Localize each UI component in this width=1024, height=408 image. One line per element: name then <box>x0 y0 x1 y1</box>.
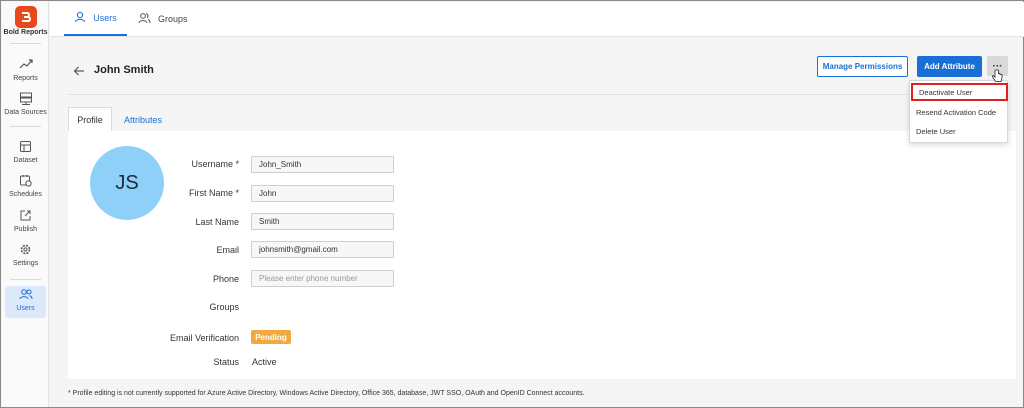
manage-permissions-button[interactable]: Manage Permissions <box>817 56 908 77</box>
sidebar-item-label: Publish <box>14 226 37 233</box>
username-field[interactable] <box>251 156 394 173</box>
tab-profile[interactable]: Profile <box>68 107 112 132</box>
avatar: JS <box>90 146 164 220</box>
first-name-label: First Name * <box>188 188 239 198</box>
last-name-label: Last Name <box>195 217 239 227</box>
groups-label: Groups <box>209 302 239 312</box>
group-icon <box>138 12 151 26</box>
sidebar-item-label: Schedules <box>9 191 42 198</box>
sidebar: Bold Reports Reports Data Sources Datase… <box>2 2 49 407</box>
tab-groups[interactable]: Groups <box>138 2 188 36</box>
sidebar-item-label: Settings <box>12 260 39 267</box>
brand-name: Bold Reports <box>3 29 48 36</box>
menu-item-deactivate-user[interactable]: Deactivate User <box>911 83 1008 101</box>
tab-label: Users <box>93 13 117 23</box>
calendar-clock-icon <box>2 172 49 188</box>
sidebar-item-users[interactable]: Users <box>5 286 46 318</box>
top-tab-bar: Users Groups <box>50 2 1024 37</box>
brand[interactable]: Bold Reports <box>2 6 49 36</box>
sidebar-item-publish[interactable]: Publish <box>2 207 49 239</box>
table-icon <box>2 138 49 154</box>
tab-label: Groups <box>158 14 188 24</box>
first-name-field[interactable] <box>251 185 394 202</box>
sidebar-item-label: Reports <box>13 75 38 82</box>
phone-field[interactable] <box>251 270 394 287</box>
tab-users[interactable]: Users <box>64 2 127 36</box>
server-icon <box>2 90 49 106</box>
email-field[interactable] <box>251 241 394 258</box>
hand-cursor-icon <box>991 69 1003 83</box>
sidebar-item-label: Dataset <box>13 157 38 164</box>
sidebar-item-label: Users <box>16 305 35 312</box>
menu-item-resend-activation-code[interactable]: Resend Activation Code <box>910 103 1009 121</box>
username-label: Username * <box>191 159 239 169</box>
email-label: Email <box>216 245 239 255</box>
sidebar-item-schedules[interactable]: Schedules <box>2 172 49 204</box>
tab-attributes[interactable]: Attributes <box>117 107 169 132</box>
users-icon <box>5 286 46 302</box>
sidebar-item-settings[interactable]: Settings <box>2 241 49 273</box>
trending-up-icon <box>2 56 49 72</box>
sidebar-divider <box>10 279 41 280</box>
menu-item-delete-user[interactable]: Delete User <box>910 122 1009 140</box>
avatar-initials: JS <box>115 171 139 194</box>
last-name-field[interactable] <box>251 213 394 230</box>
sidebar-item-label: Data Sources <box>4 109 47 116</box>
sidebar-item-data-sources[interactable]: Data Sources <box>2 90 49 122</box>
add-attribute-button[interactable]: Add Attribute <box>917 56 982 77</box>
gear-icon <box>2 241 49 257</box>
sidebar-divider <box>10 126 41 127</box>
more-options-menu: Deactivate User Resend Activation Code D… <box>909 80 1008 143</box>
sidebar-item-reports[interactable]: Reports <box>2 56 49 88</box>
publish-icon <box>2 207 49 223</box>
user-icon <box>74 11 86 25</box>
status-badge: Pending <box>251 330 291 344</box>
profile-edit-footnote: * Profile editing is not currently suppo… <box>68 390 585 397</box>
app-window: Bold Reports Reports Data Sources Datase… <box>0 0 1024 408</box>
sidebar-item-dataset[interactable]: Dataset <box>2 138 49 170</box>
email-verification-label: Email Verification <box>169 333 239 343</box>
status-value: Active <box>252 357 277 367</box>
page-title: John Smith <box>94 64 154 76</box>
sidebar-divider <box>10 43 41 44</box>
status-label: Status <box>213 357 239 367</box>
bold-reports-logo-icon <box>14 6 37 28</box>
phone-label: Phone <box>212 274 239 284</box>
header-divider <box>68 94 1009 95</box>
back-arrow-icon[interactable] <box>73 65 85 77</box>
